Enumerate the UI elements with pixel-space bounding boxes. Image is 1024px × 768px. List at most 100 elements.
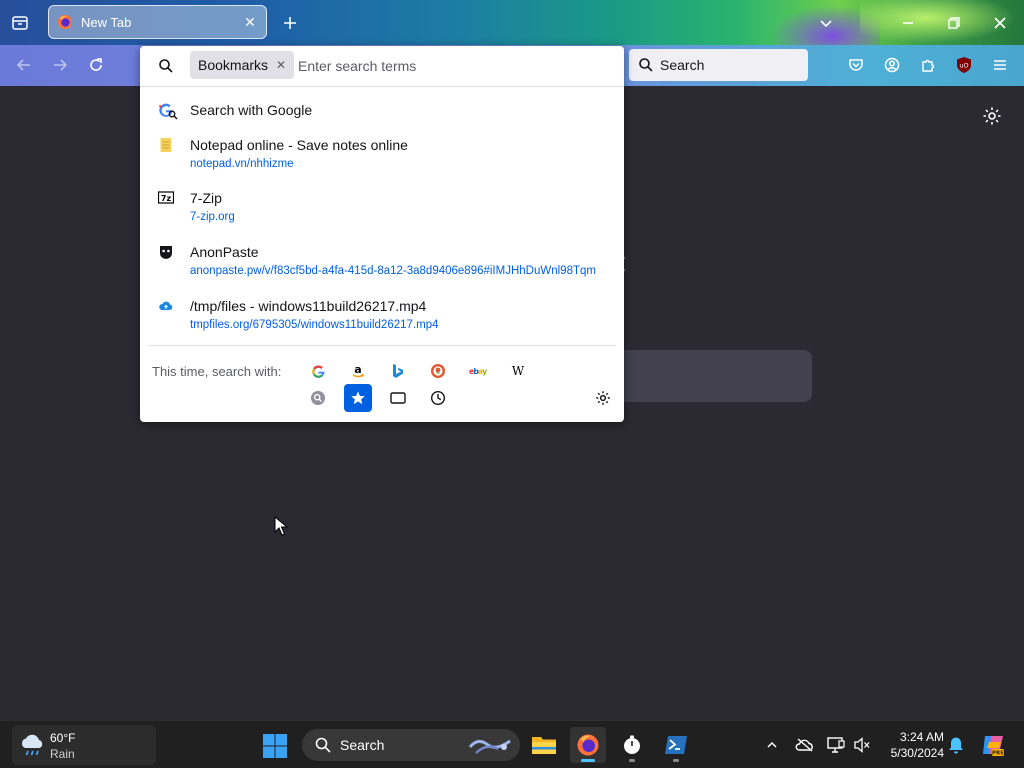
tmpfiles-cloud-icon [159,301,173,310]
result-url: 7-zip.org [190,211,235,223]
chevron-up-icon [767,741,777,748]
page-search-box[interactable] [600,350,812,402]
result-bookmark[interactable]: AnonPaste anonpaste.pw/v/f83cf5bd-a4fa-4… [148,243,616,287]
account-button[interactable] [880,53,904,77]
clock-date: 5/30/2024 [890,746,944,760]
minimize-button[interactable] [896,11,920,35]
taskbar-search-box[interactable]: Search [302,729,520,761]
firefox-view-button[interactable] [8,11,32,35]
search-icon [315,737,331,753]
clock-app[interactable] [614,727,650,763]
clock-time: 3:24 AM [899,730,944,744]
new-tab-button[interactable] [278,11,302,35]
search-bar-placeholder: Search [660,57,705,73]
one-off-ebay-button[interactable]: ebay [464,357,492,385]
show-hidden-icons-button[interactable] [762,735,782,755]
one-off-bing-button[interactable] [384,357,412,385]
page-settings-button[interactable] [982,106,1004,128]
search-bar[interactable]: Search [629,49,808,81]
account-icon [884,57,900,73]
weather-temperature: 60°F [50,731,76,745]
result-bookmark[interactable]: Notepad online - Save notes online notep… [148,136,616,180]
result-search-with-google[interactable]: Search with Google [148,96,616,124]
minimize-icon [903,22,913,24]
result-title: 7-Zip [190,190,222,206]
volume-muted-icon [854,737,870,753]
one-off-search-label: This time, search with: [152,364,282,379]
svg-text:PRE: PRE [992,751,1004,757]
one-off-history-button[interactable] [424,384,452,412]
firefox-icon [577,734,599,756]
search-mode-chip[interactable]: Bookmarks ✕ [190,51,295,79]
tab-new-tab[interactable]: New Tab ✕ [48,5,267,39]
search-icon [159,59,173,73]
reload-icon [90,58,102,71]
result-title: AnonPaste [190,244,259,260]
one-off-wikipedia-button[interactable]: W [504,357,532,385]
one-off-google-button[interactable] [304,357,332,385]
start-button[interactable] [262,733,288,759]
windows-logo-icon [263,734,287,758]
taskbar-search-label: Search [340,737,385,753]
folder-icon [532,737,556,754]
amazon-icon: a [352,363,364,378]
restore-button[interactable] [942,11,966,35]
onedrive-tray-button[interactable] [795,735,815,755]
firefox-icon [58,15,72,29]
svg-text:y: y [482,367,487,376]
svg-text:W: W [512,364,525,378]
result-url: anonpaste.pw/v/f83cf5bd-a4fa-415d-8a12-3… [190,265,596,277]
weather-widget[interactable]: 60°F Rain [12,725,156,765]
notifications-button[interactable] [946,735,966,755]
7zip-icon: 7z [158,191,174,204]
reload-button[interactable] [84,53,108,77]
taskbar-clock[interactable]: 3:24 AM 5/30/2024 [878,729,944,761]
pocket-button[interactable] [844,53,868,77]
clock-icon [430,390,446,406]
bing-icon [393,364,403,378]
running-indicator [673,759,679,762]
anonpaste-icon [160,246,172,259]
one-off-amazon-button[interactable]: a [344,357,372,385]
ublock-origin-icon: uO [957,57,971,73]
tab-strip: New Tab ✕ [0,0,1024,45]
powershell-icon [665,736,687,754]
firefox-taskbar-app[interactable] [570,727,606,763]
menu-button[interactable] [988,53,1012,77]
result-bookmark[interactable]: 7z 7-Zip 7-zip.org [148,189,616,233]
urlbar-input[interactable] [298,52,598,80]
rain-cloud-icon [21,734,43,756]
list-all-tabs-button[interactable] [814,11,838,35]
one-off-bookmarks-button[interactable] [344,384,372,412]
weather-condition: Rain [50,747,75,761]
file-explorer-app[interactable] [526,727,562,763]
one-off-search-button[interactable] [304,384,332,412]
volume-tray-button[interactable] [852,735,872,755]
gear-icon [596,391,610,405]
extensions-button[interactable] [916,53,940,77]
close-window-button[interactable] [988,11,1012,35]
tab-icon [390,392,406,404]
star-icon [351,391,365,405]
plus-icon [284,17,296,29]
powershell-app[interactable] [658,727,694,763]
result-title: /tmp/files - windows11build26217.mp4 [190,298,427,314]
pocket-icon [849,59,863,71]
restore-icon [948,17,960,29]
running-indicator [629,759,635,762]
one-off-tabs-button[interactable] [384,384,412,412]
wikipedia-icon: W [512,364,525,378]
chip-close-icon[interactable]: ✕ [276,58,286,72]
forward-arrow-icon [54,59,68,71]
copilot-button[interactable]: PRE [980,732,1006,758]
divider [148,345,616,346]
ublock-origin-button[interactable]: uO [952,53,976,77]
back-button[interactable] [12,53,36,77]
search-settings-button[interactable] [589,384,617,412]
result-bookmark[interactable]: /tmp/files - windows11build26217.mp4 tmp… [148,297,616,341]
tab-close-icon[interactable]: ✕ [240,12,260,32]
divider [140,86,624,87]
one-off-duckduckgo-button[interactable] [424,357,452,385]
forward-button[interactable] [48,53,72,77]
network-tray-button[interactable] [826,735,846,755]
